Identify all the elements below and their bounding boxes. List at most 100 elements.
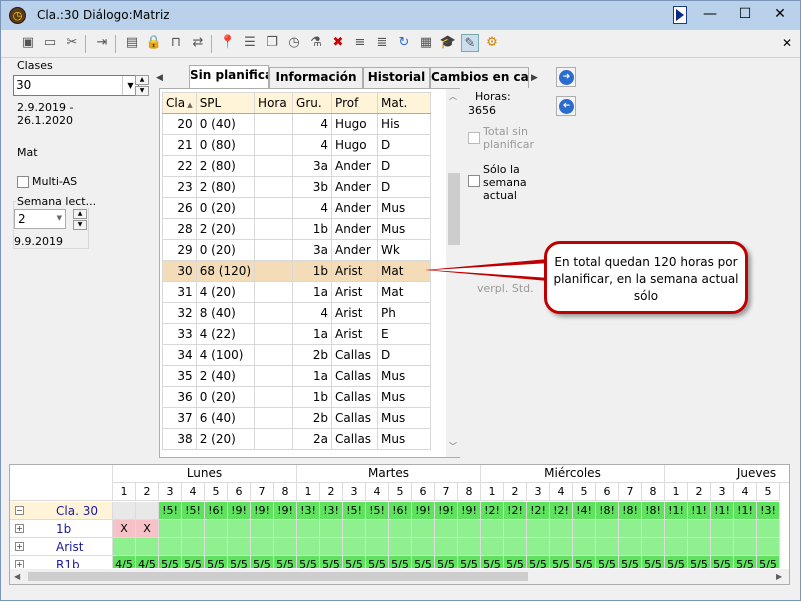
cell-cla[interactable]: 37 xyxy=(162,407,197,429)
schedule-cell[interactable] xyxy=(481,538,504,556)
cell-hora[interactable] xyxy=(254,323,294,345)
schedule-cell[interactable]: !9! xyxy=(251,502,274,520)
refresh-icon[interactable]: ↻ xyxy=(395,34,413,52)
cell-cla[interactable]: 23 xyxy=(162,176,197,198)
schedule-cell[interactable] xyxy=(504,520,527,538)
cell-cla[interactable]: 21 xyxy=(162,134,197,156)
schedule-cell[interactable]: 5/5 xyxy=(274,556,297,568)
graduation-cap-icon[interactable]: 🎓 xyxy=(439,34,457,52)
schedule-cell[interactable]: 5/5 xyxy=(366,556,389,568)
cell-spl[interactable]: 0 (20) xyxy=(195,197,256,219)
schedule-cell[interactable]: 5/5 xyxy=(596,556,619,568)
room-icon[interactable]: ▤ xyxy=(123,34,141,52)
cell-mat[interactable]: E xyxy=(377,323,432,345)
cell-spl[interactable]: 2 (40) xyxy=(195,365,256,387)
table-vertical-scrollbar[interactable]: ︿ ﹀ xyxy=(446,89,460,457)
schedule-cell[interactable] xyxy=(366,538,389,556)
lock-icon[interactable]: 🔒 xyxy=(145,34,163,52)
schedule-cell[interactable] xyxy=(734,538,757,556)
schedule-cell[interactable]: !1! xyxy=(711,502,734,520)
schedule-cell[interactable] xyxy=(642,520,665,538)
cell-gru[interactable]: 1a xyxy=(292,281,333,303)
schedule-cell[interactable] xyxy=(688,520,711,538)
column-header-mat[interactable]: Mat. xyxy=(377,92,432,114)
cell-spl[interactable]: 0 (20) xyxy=(195,239,256,261)
cell-spl[interactable]: 2 (20) xyxy=(195,428,256,450)
calculator-icon[interactable]: ▦ xyxy=(417,34,435,52)
schedule-cell[interactable] xyxy=(205,538,228,556)
table-row[interactable]: 34 4 (100) 2b Callas D xyxy=(162,344,432,366)
table-row[interactable]: 31 4 (20) 1a Arist Mat xyxy=(162,281,432,303)
schedule-cell[interactable]: 5/5 xyxy=(251,556,274,568)
schedule-cell[interactable]: 4/5 xyxy=(113,556,136,568)
cell-cla[interactable]: 38 xyxy=(162,428,197,450)
schedule-cell[interactable] xyxy=(136,538,159,556)
cell-gru[interactable]: 1b xyxy=(292,218,333,240)
chevron-down-icon[interactable]: ▼ xyxy=(57,214,62,222)
table-row[interactable]: 26 0 (20) 4 Ander Mus xyxy=(162,197,432,219)
column-header-prof[interactable]: Prof xyxy=(331,92,379,114)
expand-icon[interactable]: + xyxy=(15,542,24,551)
cell-cla[interactable]: 30 xyxy=(162,260,197,282)
cell-hora[interactable] xyxy=(254,113,294,135)
cell-cla[interactable]: 35 xyxy=(162,365,197,387)
cell-gru[interactable]: 4 xyxy=(292,134,333,156)
cell-spl[interactable]: 2 (20) xyxy=(195,218,256,240)
monitor-icon[interactable]: ▭ xyxy=(41,34,59,52)
schedule-cell[interactable] xyxy=(573,520,596,538)
table-row[interactable]: 23 2 (80) 3b Ander D xyxy=(162,176,432,198)
previous-button[interactable]: ➜ xyxy=(556,96,576,116)
schedule-cell[interactable] xyxy=(182,538,205,556)
tab-sin-planificar[interactable]: Sin planificar xyxy=(189,65,269,89)
tab-scroll-left-icon[interactable]: ◀ xyxy=(156,73,163,83)
schedule-cell[interactable]: 5/5 xyxy=(757,556,780,568)
schedule-cell[interactable] xyxy=(757,520,780,538)
schedule-cell[interactable]: 5/5 xyxy=(228,556,251,568)
schedule-cell[interactable]: !9! xyxy=(412,502,435,520)
cell-mat[interactable]: Wk xyxy=(377,239,432,261)
schedule-cell[interactable] xyxy=(527,520,550,538)
schedule-cell[interactable]: !8! xyxy=(642,502,665,520)
cell-mat[interactable]: D xyxy=(377,134,432,156)
schedule-cell[interactable] xyxy=(550,520,573,538)
schedule-cell[interactable]: !4! xyxy=(573,502,596,520)
scissors-icon[interactable]: ✂ xyxy=(63,34,81,52)
schedule-cell[interactable] xyxy=(734,520,757,538)
cell-hora[interactable] xyxy=(254,365,294,387)
schedule-cell[interactable] xyxy=(228,538,251,556)
schedule-cell[interactable]: 5/5 xyxy=(504,556,527,568)
cell-gru[interactable]: 4 xyxy=(292,197,333,219)
scrollbar-thumb[interactable] xyxy=(28,572,528,581)
cell-spl[interactable]: 0 (40) xyxy=(195,113,256,135)
schedule-cell[interactable] xyxy=(251,520,274,538)
table-row[interactable]: 21 0 (80) 4 Hugo D xyxy=(162,134,432,156)
schedule-cell[interactable]: !5! xyxy=(366,502,389,520)
multi-as-checkbox[interactable] xyxy=(17,176,29,188)
schedule-cell[interactable]: !5! xyxy=(182,502,205,520)
schedule-cell[interactable]: !1! xyxy=(688,502,711,520)
schedule-cell[interactable]: !8! xyxy=(596,502,619,520)
cell-hora[interactable] xyxy=(254,407,294,429)
schedule-cell[interactable]: 5/5 xyxy=(711,556,734,568)
cell-cla[interactable]: 33 xyxy=(162,323,197,345)
schedule-cell[interactable] xyxy=(711,538,734,556)
cell-prof[interactable]: Ander xyxy=(331,218,379,240)
cell-prof[interactable]: Ander xyxy=(331,155,379,177)
cell-mat[interactable]: D xyxy=(377,176,432,198)
schedule-cell[interactable] xyxy=(619,538,642,556)
schedule-cell[interactable] xyxy=(205,520,228,538)
cell-hora[interactable] xyxy=(254,260,294,282)
next-button[interactable]: ➜ xyxy=(556,67,576,87)
schedule-horizontal-scrollbar[interactable]: ◀ ▶ xyxy=(10,569,789,584)
cell-spl[interactable]: 4 (100) xyxy=(195,344,256,366)
schedule-cell[interactable]: !2! xyxy=(481,502,504,520)
cell-mat[interactable]: Mus xyxy=(377,365,432,387)
table-row[interactable]: 36 0 (20) 1b Callas Mus xyxy=(162,386,432,408)
schedule-cell[interactable] xyxy=(389,538,412,556)
table-row[interactable]: 32 8 (40) 4 Arist Ph xyxy=(162,302,432,324)
delete-lines-icon[interactable]: ≣ xyxy=(373,34,391,52)
clock-icon[interactable]: ◷ xyxy=(285,34,303,52)
schedule-cell[interactable]: 5/5 xyxy=(297,556,320,568)
cell-prof[interactable]: Callas xyxy=(331,344,379,366)
schedule-cell[interactable]: !2! xyxy=(550,502,573,520)
